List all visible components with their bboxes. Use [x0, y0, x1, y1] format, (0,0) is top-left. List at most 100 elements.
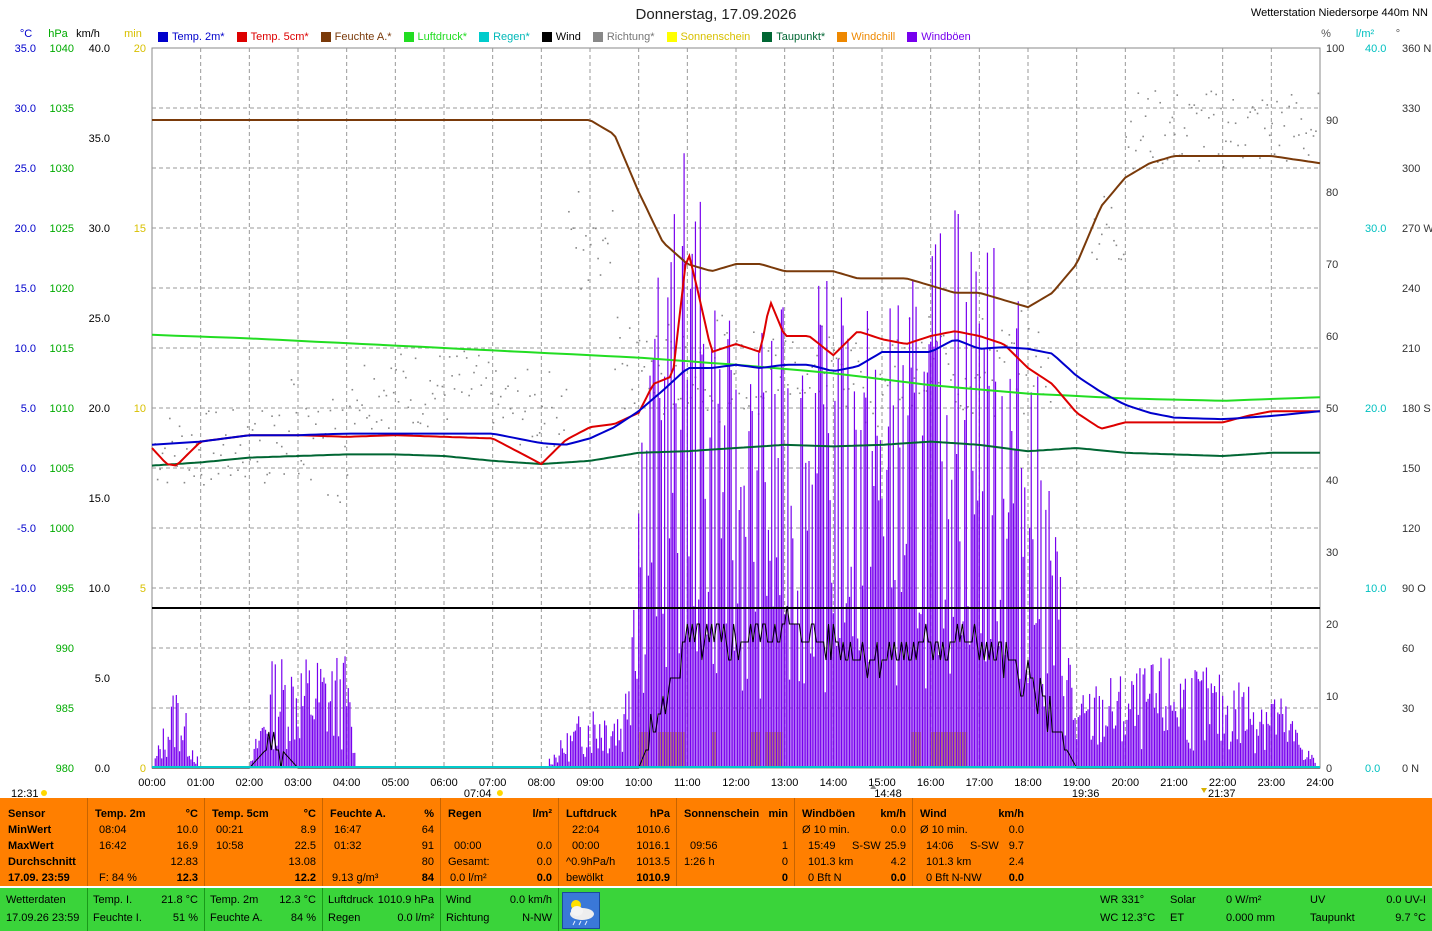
richtung-dot — [436, 384, 439, 387]
richtung-dot — [242, 461, 244, 464]
richtung-dot — [529, 395, 531, 397]
sensor-label: Sensor — [8, 808, 46, 820]
stats-col-sonne: Sonnenschein min 09:56 1 1:26 h 0 0 — [676, 798, 795, 886]
regen-unit: l/m² — [532, 808, 552, 820]
temp2m-min-time: 08:04 — [99, 824, 127, 836]
axis-tick-x: 01:00 — [187, 777, 215, 789]
richtung-dot — [1122, 253, 1125, 256]
axis-tick-deg: 180 S — [1402, 403, 1431, 415]
richtung-dot — [480, 384, 483, 386]
richtung-dot — [1290, 94, 1293, 96]
status-solar-label: Solar — [1170, 894, 1196, 906]
richtung-dot — [327, 494, 329, 496]
richtung-dot — [492, 421, 495, 424]
richtung-dot — [244, 475, 247, 478]
feuchte-avg: 80 — [421, 856, 434, 868]
axis-tick-x: 20:00 — [1112, 777, 1140, 789]
richtung-dot — [361, 404, 363, 406]
richtung-dot — [791, 341, 794, 343]
richtung-dot — [1203, 145, 1205, 148]
axis-tick-hpa: 1035 — [50, 103, 74, 115]
sonne-max: 1 — [781, 840, 788, 852]
richtung-dot — [899, 398, 901, 401]
richtung-dot — [166, 481, 169, 484]
richtung-dot — [952, 373, 955, 376]
status-time: 17.09.26 23:59 — [6, 912, 80, 924]
richtung-dot — [1276, 100, 1278, 103]
richtung-dot — [1220, 107, 1222, 110]
richtung-dot — [616, 316, 619, 319]
richtung-dot — [1003, 361, 1006, 363]
richtung-dot — [439, 355, 441, 358]
richtung-dot — [1293, 135, 1295, 138]
regen-r3: 0.0 — [536, 840, 552, 852]
chart-legend: Temp. 2m* Temp. 5cm* Feuchte A.* Luftdruck*… — [158, 31, 983, 43]
richtung-dot — [1091, 251, 1093, 254]
richtung-dot — [193, 475, 195, 477]
richtung-dot — [959, 404, 962, 407]
richtung-dot — [643, 366, 646, 368]
legend-swatch — [158, 32, 168, 42]
richtung-dot — [1149, 150, 1152, 153]
richtung-dot — [509, 407, 512, 410]
richtung-dot — [645, 340, 648, 343]
richtung-dot — [558, 433, 560, 435]
axis-tick-min: 10 — [134, 403, 146, 415]
axis-tick-deg: 240 — [1402, 283, 1420, 295]
richtung-dot — [487, 361, 490, 364]
richtung-dot — [402, 370, 405, 373]
richtung-dot — [1242, 156, 1244, 159]
richtung-dot — [378, 395, 380, 398]
richtung-dot — [748, 405, 750, 407]
axis-tick-pct: 70 — [1326, 259, 1338, 271]
richtung-dot — [860, 370, 862, 373]
richtung-dot — [210, 478, 212, 480]
richtung-dot — [390, 367, 393, 370]
axis-unit-left: hPa — [48, 28, 68, 40]
richtung-dot — [736, 340, 738, 342]
richtung-dot — [1125, 136, 1127, 138]
temp5cm-unit: °C — [303, 808, 316, 820]
richtung-dot — [765, 390, 767, 393]
richtung-dot — [599, 274, 602, 276]
temp2m-unit: °C — [185, 808, 198, 820]
richtung-dot — [254, 422, 256, 425]
richtung-dot — [446, 418, 449, 420]
stats-panel: Sensor MinWert MaxWert Durchschnitt 17.0… — [0, 798, 1432, 886]
richtung-dot — [159, 468, 161, 471]
temp2m-current: 12.3 — [176, 872, 198, 884]
richtung-dot — [1317, 92, 1320, 95]
axis-tick-temp: -5.0 — [17, 523, 36, 535]
axis-tick-hpa: 990 — [56, 643, 74, 655]
axis-tick-deg: 150 — [1402, 463, 1420, 475]
richtung-dot — [1222, 166, 1225, 168]
status-et-label: ET — [1170, 912, 1185, 924]
richtung-dot — [161, 452, 164, 455]
richtung-dot — [1244, 144, 1247, 146]
axis-tick-x: 23:00 — [1258, 777, 1286, 789]
richtung-dot — [804, 391, 806, 394]
richtung-dot — [677, 398, 680, 401]
richtung-dot — [845, 405, 848, 408]
richtung-dot — [485, 377, 487, 379]
status-cell-pressure: Luftdruck 1010.9 hPa Regen 0.0 l/m² — [322, 888, 441, 931]
legend-item: Wind — [541, 31, 581, 43]
status-uv-label: UV — [1310, 894, 1326, 906]
status-uv: 0.0 UV-I — [1386, 894, 1426, 906]
richtung-dot — [996, 350, 998, 352]
richtung-dot — [594, 227, 597, 230]
richtung-dot — [186, 448, 188, 450]
legend-label: Sonnenschein — [680, 31, 751, 43]
richtung-dot — [1212, 113, 1215, 116]
axis-tick-kmh: 5.0 — [95, 673, 110, 685]
richtung-dot — [234, 452, 237, 454]
axis-tick-kmh: 35.0 — [89, 133, 110, 145]
axis-unit-left: min — [124, 28, 142, 40]
richtung-dot — [809, 387, 811, 389]
legend-label: Windchill — [851, 31, 896, 43]
richtung-dot — [609, 261, 612, 264]
richtung-dot — [1225, 140, 1227, 143]
richtung-dot — [660, 372, 663, 375]
sonne-avg: 0 — [781, 856, 788, 868]
status-bar: Wetterdaten 17.09.26 23:59 Temp. I. 21.8… — [0, 888, 1432, 931]
